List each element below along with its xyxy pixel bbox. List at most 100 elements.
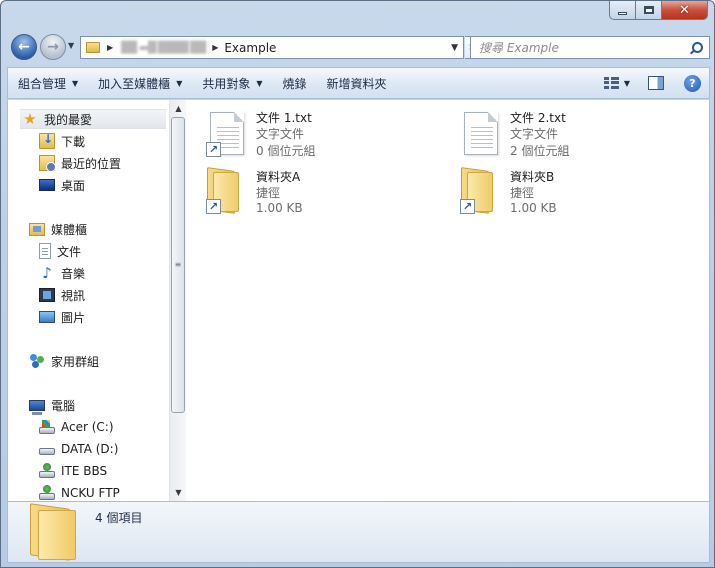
breadcrumb-current-folder[interactable]: Example xyxy=(224,41,276,55)
nav-label: 桌面 xyxy=(61,178,86,193)
arrow-right-icon: → xyxy=(47,39,59,55)
desktop-icon xyxy=(39,179,55,191)
folder-icon xyxy=(30,503,78,561)
nav-libraries[interactable]: 媒體櫃 xyxy=(29,219,87,239)
documents-icon xyxy=(39,243,51,259)
network-location-icon xyxy=(39,462,55,478)
minimize-button[interactable] xyxy=(609,1,636,20)
share-with-menu[interactable]: 共用對象 ▼ xyxy=(192,71,272,95)
nav-videos[interactable]: 視訊 xyxy=(39,285,85,305)
file-item[interactable]: ↗ 文件 1.txt 文字文件 0 個位元組 xyxy=(186,100,426,158)
address-bar[interactable]: ▶ ██ ▬█ ████ ██ ▶ Example ▼ xyxy=(80,36,464,59)
nav-music[interactable]: ♪ 音樂 xyxy=(39,263,85,283)
search-input[interactable] xyxy=(479,38,689,57)
chevron-down-icon: ▼ xyxy=(256,78,263,88)
file-name: 資料夾A xyxy=(256,170,301,184)
shortcut-arrow-icon: ↗ xyxy=(460,199,475,214)
search-box[interactable] xyxy=(470,36,710,59)
nav-label: 我的最愛 xyxy=(44,112,93,127)
nav-downloads[interactable]: 下載 xyxy=(39,131,85,151)
navigation-bar: ← → ▼ ▶ ██ ▬█ ████ ██ ▶ Example ▼ ⇆ xyxy=(7,31,710,63)
nav-drive-d[interactable]: DATA (D:) xyxy=(39,439,118,459)
music-icon: ♪ xyxy=(42,263,52,282)
organize-label: 組合管理 xyxy=(18,76,67,91)
nav-label: 下載 xyxy=(61,134,86,149)
chevron-down-icon: ▼ xyxy=(72,78,79,88)
file-name: 文件 2.txt xyxy=(510,111,566,125)
nav-favorites[interactable]: ★ 我的最愛 xyxy=(20,109,166,129)
scrollbar-thumb[interactable]: ≡ xyxy=(171,117,185,413)
breadcrumb-separator-icon[interactable]: ▶ xyxy=(107,43,113,52)
breadcrumb-hidden-path[interactable]: ██ ▬█ ████ ██ xyxy=(121,41,206,54)
nav-drive-c[interactable]: Acer (C:) xyxy=(39,417,114,437)
navigation-pane[interactable]: ★ 我的最愛 下載 最近的位置 桌面 媒體櫃 文件 ♪ 音樂 視訊 xyxy=(8,100,169,501)
help-icon[interactable]: ? xyxy=(684,74,701,92)
nav-recent-places[interactable]: 最近的位置 xyxy=(39,153,121,173)
new-folder-button[interactable]: 新增資料夾 xyxy=(317,71,397,95)
star-icon: ★ xyxy=(23,109,37,128)
file-type: 文字文件 xyxy=(256,127,305,141)
address-history-dropdown-icon[interactable]: ▼ xyxy=(451,43,458,53)
file-item[interactable]: 文件 2.txt 文字文件 2 個位元組 xyxy=(440,100,680,158)
nav-computer[interactable]: 電腦 xyxy=(29,395,75,415)
nav-label: 文件 xyxy=(57,244,82,259)
view-options-dropdown-icon[interactable]: ▼ xyxy=(624,79,630,88)
new-folder-label: 新增資料夾 xyxy=(326,76,387,91)
recent-pages-dropdown[interactable]: ▼ xyxy=(68,41,74,50)
burn-label: 燒錄 xyxy=(282,76,307,91)
organize-menu[interactable]: 組合管理 ▼ xyxy=(8,71,88,95)
file-name: 文件 1.txt xyxy=(256,111,312,125)
file-size: 2 個位元組 xyxy=(510,144,570,158)
nav-label: Acer (C:) xyxy=(61,420,114,434)
breadcrumb-separator-icon[interactable]: ▶ xyxy=(212,43,218,52)
nav-ncku-ftp[interactable]: NCKU FTP xyxy=(39,483,120,501)
drive-icon xyxy=(39,448,55,455)
nav-documents[interactable]: 文件 xyxy=(39,241,81,261)
back-button[interactable]: ← xyxy=(11,34,37,60)
nav-label: 家用群組 xyxy=(51,354,100,369)
close-icon: ✕ xyxy=(679,2,690,18)
system-drive-icon xyxy=(39,419,55,434)
include-in-library-menu[interactable]: 加入至媒體櫃 ▼ xyxy=(88,71,192,95)
item-count: 4 個項目 xyxy=(95,511,143,525)
close-button[interactable]: ✕ xyxy=(662,1,708,20)
arrow-left-icon: ← xyxy=(18,39,30,55)
main-area: ★ 我的最愛 下載 最近的位置 桌面 媒體櫃 文件 ♪ 音樂 視訊 xyxy=(7,100,710,501)
shortcut-arrow-icon: ↗ xyxy=(206,142,221,157)
computer-icon xyxy=(29,399,45,415)
forward-button[interactable]: → xyxy=(40,34,66,60)
homegroup-icon xyxy=(29,353,45,369)
file-type: 捷徑 xyxy=(256,186,281,200)
search-icon[interactable] xyxy=(689,41,703,55)
nav-desktop[interactable]: 桌面 xyxy=(39,175,85,195)
change-view-icon[interactable] xyxy=(603,77,620,89)
navigation-scrollbar[interactable]: ▲ ≡ ▼ xyxy=(169,100,186,501)
video-icon xyxy=(39,288,55,302)
nav-pictures[interactable]: 圖片 xyxy=(39,307,85,327)
maximize-button[interactable] xyxy=(636,1,662,20)
file-item[interactable]: ↗ 資料夾B 捷徑 1.00 KB xyxy=(440,159,680,215)
nav-label: NCKU FTP xyxy=(61,486,120,500)
nav-label: DATA (D:) xyxy=(61,442,119,456)
grip-icon: ≡ xyxy=(174,260,182,269)
include-in-library-label: 加入至媒體櫃 xyxy=(98,76,171,91)
file-name: 資料夾B xyxy=(510,170,555,184)
chevron-down-icon: ▼ xyxy=(176,78,183,88)
file-size: 1.00 KB xyxy=(510,201,557,215)
burn-button[interactable]: 燒錄 xyxy=(273,71,317,95)
nav-label: 電腦 xyxy=(51,398,76,413)
nav-homegroup[interactable]: 家用群組 xyxy=(29,351,99,371)
nav-ite-bbs[interactable]: ITE BBS xyxy=(39,461,107,481)
library-icon xyxy=(29,222,45,236)
text-file-icon xyxy=(464,112,498,155)
preview-pane-icon[interactable] xyxy=(648,76,664,90)
file-size: 0 個位元組 xyxy=(256,144,316,158)
scroll-up-icon[interactable]: ▲ xyxy=(170,100,187,117)
file-item[interactable]: ↗ 資料夾A 捷徑 1.00 KB xyxy=(186,159,426,215)
file-list[interactable]: ↗ 文件 1.txt 文字文件 0 個位元組 文件 2.txt 文字文件 2 個… xyxy=(186,100,709,501)
window-controls: ✕ xyxy=(609,1,708,20)
file-size: 1.00 KB xyxy=(256,201,303,215)
file-type: 捷徑 xyxy=(510,186,535,200)
scroll-down-icon[interactable]: ▼ xyxy=(170,484,187,501)
share-with-label: 共用對象 xyxy=(202,76,251,91)
